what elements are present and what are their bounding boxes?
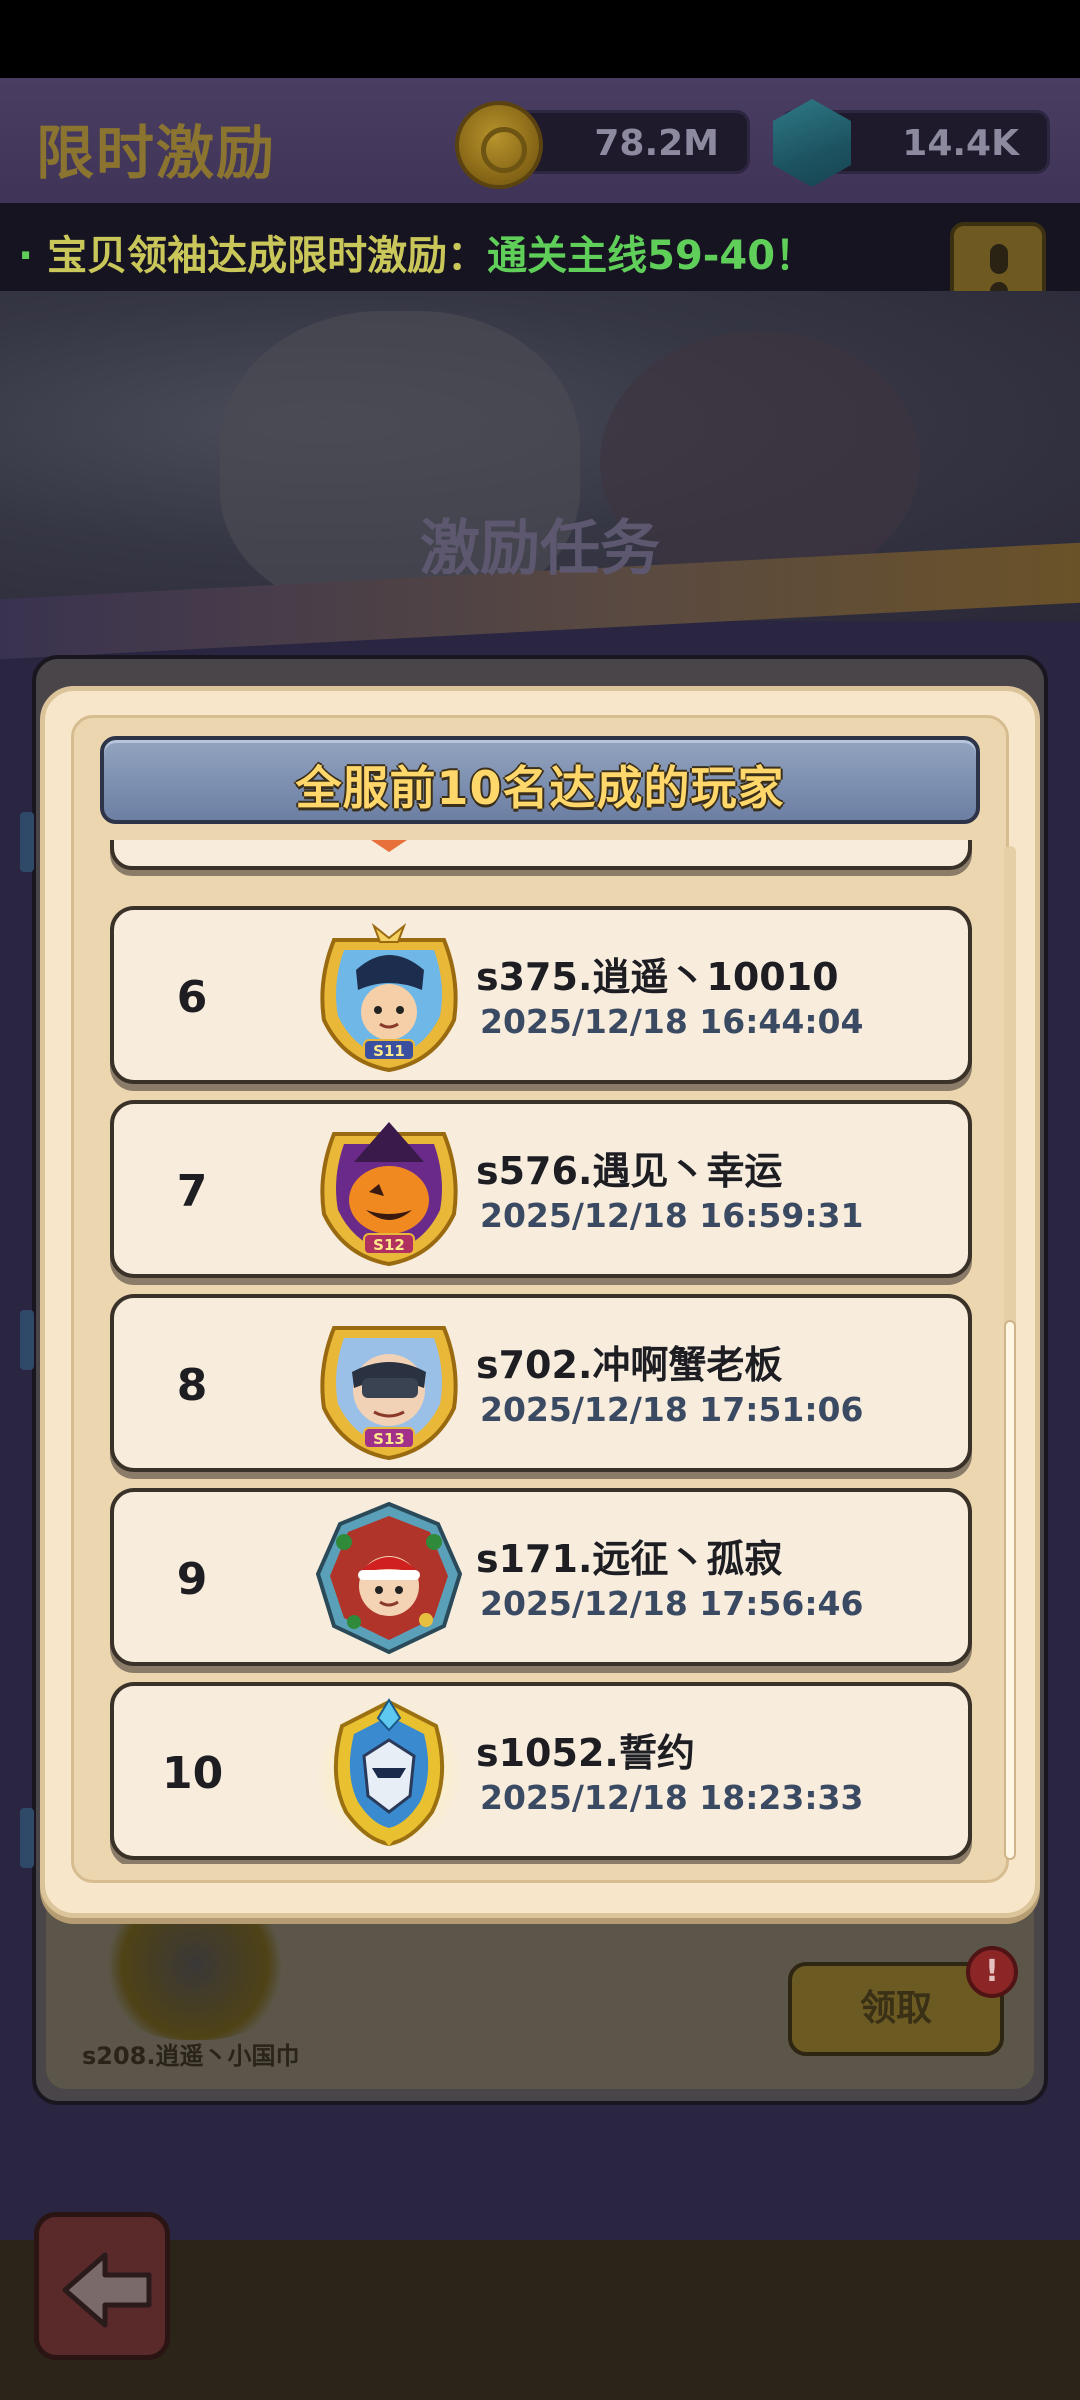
top-bar: 限时激励 78.2M 14.4K — [0, 78, 1080, 203]
hero-name: s208.逍遥丶小国巾 — [82, 2042, 300, 2070]
ticker-prefix: 宝贝领袖达成限时激励： — [47, 233, 488, 279]
list-item: 10 s1052.誓约 2025/12/18 18:23:33 — [110, 1682, 972, 1860]
rank-number: 9 — [176, 1554, 208, 1605]
announcement-ticker: · 宝贝领袖达成限时激励：通关主线59-40！ — [0, 203, 1080, 291]
modal-title: 全服前10名达成的玩家 — [295, 761, 785, 815]
banner-title: 激励任务 — [420, 514, 660, 584]
ticker-highlight: 通关主线59-40！ — [487, 233, 816, 279]
achieve-time: 2025/12/18 17:56:46 — [480, 1584, 864, 1623]
list-item: 6 S11 s375.逍遥丶10010 2025/12/18 16:44:04 — [110, 906, 972, 1084]
player-name: s171.远征丶孤寂 — [476, 1537, 783, 1581]
rank-number: 8 — [176, 1360, 208, 1411]
rank-number: 10 — [162, 1748, 224, 1799]
player-name: s1052.誓约 — [476, 1731, 695, 1775]
player-list[interactable]: 6 S11 s375.逍遥丶10010 2025/12/18 16:44:04 … — [100, 840, 990, 1864]
rank-number: 7 — [176, 1166, 208, 1217]
scrollbar-thumb[interactable] — [1004, 1320, 1016, 1860]
christmas-avatar-icon[interactable] — [314, 1502, 464, 1654]
side-tab[interactable] — [20, 1310, 34, 1370]
status-bar — [0, 0, 1080, 78]
player-name: s576.遇见丶幸运 — [476, 1149, 783, 1193]
svg-text:S12: S12 — [373, 1236, 405, 1254]
coin-icon — [455, 101, 543, 189]
list-item: 9 s171.远征丶孤寂 2025/12/18 17:56:46 — [110, 1488, 972, 1666]
avatar-frame-tip — [344, 840, 434, 852]
svg-text:S11: S11 — [373, 1042, 405, 1060]
list-item: 7 S12 s576.遇见丶幸运 2025/12/18 16:59:31 — [110, 1100, 972, 1278]
back-arrow-icon — [62, 2252, 152, 2328]
list-item: 8 S13 s702.冲啊蟹老板 2025/12/18 17:51:06 — [110, 1294, 972, 1472]
achieve-time: 2025/12/18 17:51:06 — [480, 1390, 864, 1429]
back-button[interactable] — [34, 2212, 170, 2360]
achieve-time: 2025/12/18 18:23:33 — [480, 1778, 864, 1817]
page-title: 限时激励 — [36, 119, 277, 187]
modal-header: 全服前10名达成的玩家 — [100, 736, 980, 824]
hero-avatar-icon[interactable]: S11 — [314, 920, 464, 1072]
coin-amount: 78.2M — [594, 123, 719, 164]
player-name: s375.逍遥丶10010 — [476, 955, 839, 999]
achieve-time: 2025/12/18 16:59:31 — [480, 1196, 864, 1235]
side-tab[interactable] — [20, 812, 34, 872]
rank-number: 6 — [176, 972, 208, 1023]
coin-counter[interactable]: 78.2M — [455, 101, 750, 189]
pumpkin-avatar-icon[interactable]: S12 — [314, 1114, 464, 1266]
gem-amount: 14.4K — [902, 123, 1019, 164]
gem-icon — [773, 99, 851, 187]
achieve-time: 2025/12/18 16:44:04 — [480, 1002, 864, 1041]
gem-counter[interactable]: 14.4K — [773, 99, 1050, 187]
side-tab[interactable] — [20, 1808, 34, 1868]
armored-knight-avatar-icon[interactable] — [314, 1696, 464, 1848]
alert-badge: ! — [966, 1946, 1018, 1998]
svg-text:S13: S13 — [373, 1430, 405, 1448]
masked-hero-avatar-icon[interactable]: S13 — [314, 1308, 464, 1460]
list-item — [110, 840, 972, 870]
player-name: s702.冲啊蟹老板 — [476, 1343, 783, 1387]
